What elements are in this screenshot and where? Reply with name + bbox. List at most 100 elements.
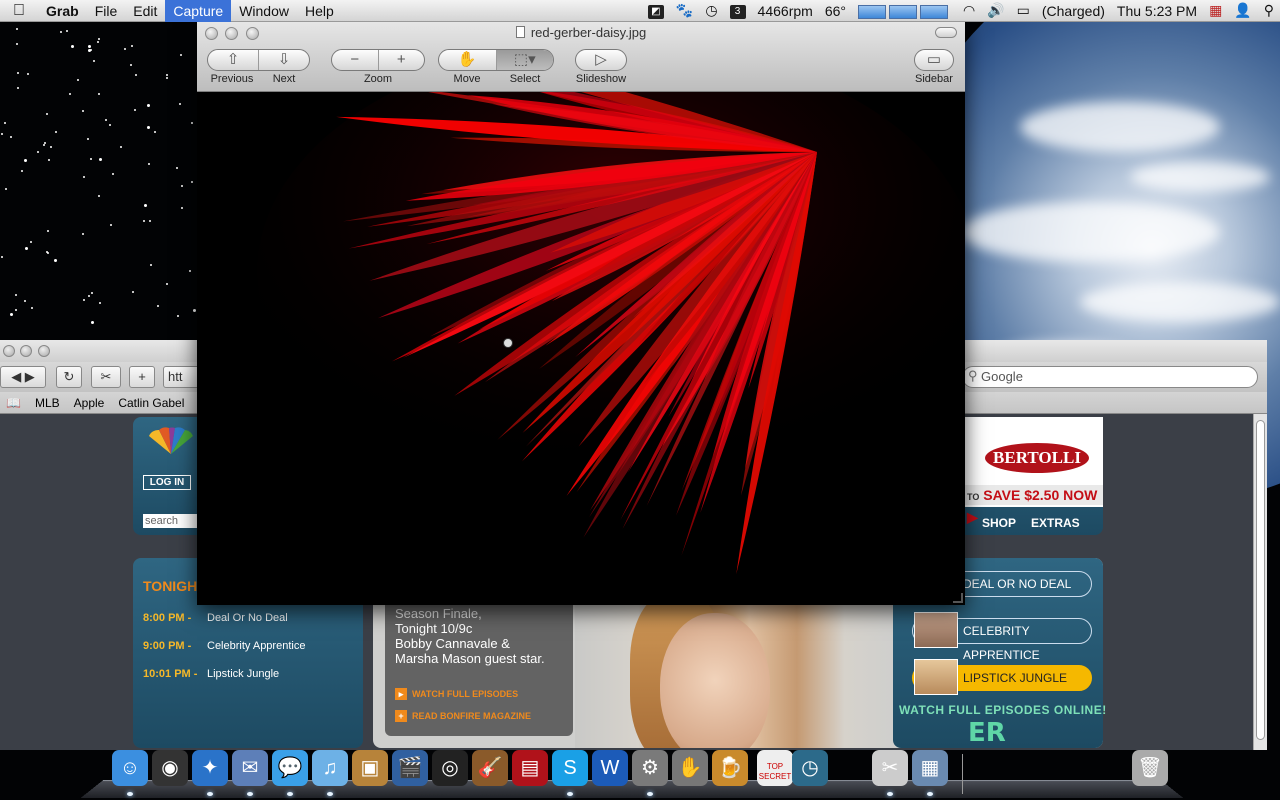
star xyxy=(66,30,68,32)
watch-full-episodes-banner[interactable]: WATCH FULL EPISODES ONLINE! xyxy=(899,703,1107,717)
menu-capture[interactable]: Capture xyxy=(165,0,232,22)
next-button[interactable]: ⇩ xyxy=(259,50,309,70)
promo-line-3: Bobby Cannavale & xyxy=(395,636,510,651)
bookmark-mlb[interactable]: MLB xyxy=(35,396,60,410)
bookmark-apple[interactable]: Apple xyxy=(74,396,105,410)
back-forward-button[interactable]: ◀ ▶ xyxy=(0,366,46,388)
dock-dashboard-icon[interactable]: ◉ xyxy=(152,750,188,786)
login-button[interactable]: LOG IN xyxy=(143,475,191,490)
menu-edit[interactable]: Edit xyxy=(125,0,165,22)
dock-growl-icon[interactable]: ✋ xyxy=(672,750,708,786)
star xyxy=(83,299,85,301)
dock-grab-icon[interactable]: ✂ xyxy=(872,750,908,786)
battery-icon[interactable]: ▭ xyxy=(1011,2,1036,19)
dock-garageband-icon[interactable]: 🎸 xyxy=(472,750,508,786)
star xyxy=(71,45,74,48)
dock-preview-icon[interactable]: ▦ xyxy=(912,750,948,786)
user-icon[interactable]: 👤 xyxy=(1228,2,1257,19)
battery-status[interactable]: (Charged) xyxy=(1036,3,1111,19)
flag-icon[interactable]: ▦ xyxy=(1203,2,1228,19)
clock[interactable]: Thu 5:23 PM xyxy=(1111,3,1203,19)
dock-time-machine-icon[interactable]: ◷ xyxy=(792,750,828,786)
close-button[interactable] xyxy=(3,345,15,357)
google-search-field[interactable]: Google xyxy=(962,366,1258,388)
running-indicator xyxy=(327,792,333,796)
sidebar-button[interactable]: ▭ xyxy=(915,50,953,70)
star xyxy=(150,264,152,266)
reload-button[interactable]: ↻ xyxy=(56,366,82,388)
lipstick-jungle-thumbnail[interactable] xyxy=(914,659,958,695)
activity-meters[interactable] xyxy=(852,2,957,19)
star xyxy=(55,131,57,133)
toolbar-toggle-button[interactable] xyxy=(935,27,957,38)
zoom-button[interactable] xyxy=(38,345,50,357)
dock-skype-icon[interactable]: S xyxy=(552,750,588,786)
next-label: Next xyxy=(272,73,296,85)
paw-icon[interactable]: 🐾 xyxy=(670,2,699,19)
volume-icon[interactable]: 🔊 xyxy=(981,2,1010,19)
nbc-peacock-logo[interactable] xyxy=(145,426,197,456)
star xyxy=(48,159,50,161)
slideshow-button[interactable]: ▷ xyxy=(576,50,626,70)
zoom-out-button[interactable]: − xyxy=(332,50,379,70)
star xyxy=(93,60,95,62)
running-indicator xyxy=(207,792,213,796)
nav-shop[interactable]: SHOP xyxy=(982,516,1016,530)
dock-imovie-icon[interactable]: 🎬 xyxy=(392,750,428,786)
move-tool-button[interactable]: ✋ xyxy=(439,50,497,70)
minimize-button[interactable] xyxy=(20,345,32,357)
menu-file[interactable]: File xyxy=(87,0,126,22)
vertical-scrollbar[interactable] xyxy=(1253,414,1267,750)
spotlight-search-icon[interactable]: ⚲ xyxy=(1258,2,1280,19)
bertolli-save-offer[interactable]: TO SAVE $2.50 NOW ▶ xyxy=(965,485,1103,525)
dock-beer-icon[interactable]: 🍺 xyxy=(712,750,748,786)
schedule-row[interactable]: 8:00 PM - Deal Or No Deal xyxy=(143,612,288,624)
schedule-show: Lipstick Jungle xyxy=(207,668,280,680)
previous-button[interactable]: ⇧ xyxy=(208,50,259,70)
bookmarks-book-icon[interactable]: 📖 xyxy=(6,396,21,410)
star xyxy=(24,300,26,302)
read-bonfire-magazine-link[interactable]: + READ BONFIRE MAGAZINE xyxy=(395,710,531,722)
bertolli-ad[interactable]: BERTOLLI TO SAVE $2.50 NOW ▶ xyxy=(965,417,1103,525)
star xyxy=(166,283,168,285)
wifi-icon[interactable]: ◠ xyxy=(957,2,981,19)
dock-finder-icon[interactable]: ☺ xyxy=(112,750,148,786)
dock-dvd-player-icon[interactable]: ◎ xyxy=(432,750,468,786)
dock-iphoto-icon[interactable]: ▣ xyxy=(352,750,388,786)
menu-window[interactable]: Window xyxy=(231,0,297,22)
dock-ichat-icon[interactable]: 💬 xyxy=(272,750,308,786)
bookmark-catlin-gabel[interactable]: Catlin Gabel xyxy=(118,396,184,410)
fan-speed-readout[interactable]: 4466rpm xyxy=(752,3,819,19)
menu-app-name[interactable]: Grab xyxy=(38,0,87,22)
cursor-icon xyxy=(503,338,513,348)
nbc-search-input[interactable]: search xyxy=(143,514,198,528)
preview-window: red-gerber-daisy.jpg ⇧ ⇩ Previous Next −… xyxy=(197,22,965,605)
time-machine-menu-icon[interactable]: ◷ xyxy=(699,2,723,19)
nav-extras[interactable]: EXTRAS xyxy=(1031,516,1080,530)
celebrity-apprentice-thumbnail[interactable] xyxy=(914,612,958,648)
schedule-row[interactable]: 9:00 PM - Celebrity Apprentice xyxy=(143,640,305,652)
apple-menu-icon[interactable]:  xyxy=(0,2,38,20)
snippet-icon[interactable]: ✂ xyxy=(91,366,121,388)
dock-photo-booth-icon[interactable]: ▤ xyxy=(512,750,548,786)
dock-top-secret-icon[interactable]: TOP SECRET xyxy=(757,750,793,786)
dock-safari-icon[interactable]: ✦ xyxy=(192,750,228,786)
preview-image[interactable] xyxy=(197,92,965,605)
er-logo[interactable]: ER xyxy=(968,718,1006,748)
number-three-icon[interactable]: 3 xyxy=(724,2,752,19)
watch-full-episodes-link[interactable]: ▸ WATCH FULL EPISODES xyxy=(395,688,518,700)
zoom-in-button[interactable]: + xyxy=(379,50,425,70)
add-bookmark-button[interactable]: + xyxy=(129,366,155,388)
dock-trash-icon[interactable]: 🗑 xyxy=(1132,750,1168,786)
schedule-row[interactable]: 10:01 PM - Lipstick Jungle xyxy=(143,668,279,680)
dock-mail-icon[interactable]: ✉ xyxy=(232,750,268,786)
dock-word-icon[interactable]: W xyxy=(592,750,628,786)
display-icon[interactable]: ◩ xyxy=(642,2,670,19)
dock-itunes-icon[interactable]: ♫ xyxy=(312,750,348,786)
select-tool-button[interactable]: ⬚▾ xyxy=(496,50,553,70)
menu-help[interactable]: Help xyxy=(297,0,342,22)
dock-separator xyxy=(962,754,963,794)
dock-system-preferences-icon[interactable]: ⚙ xyxy=(632,750,668,786)
resize-grip[interactable] xyxy=(953,593,963,603)
temperature-readout[interactable]: 66° xyxy=(819,3,852,19)
